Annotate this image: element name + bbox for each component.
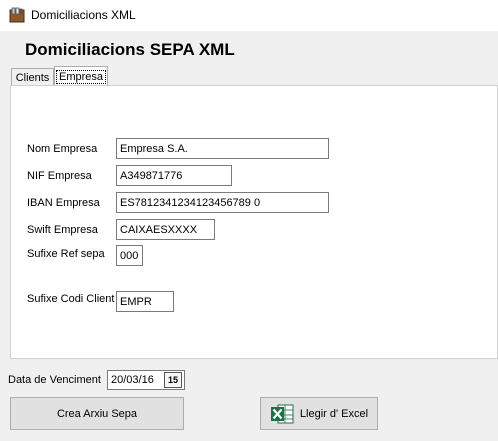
iban-empresa-field[interactable]: ES7812341234123456789 0	[116, 192, 329, 213]
swift-empresa-field[interactable]: CAIXAESXXXX	[116, 219, 215, 240]
tab-empresa-label: Empresa	[55, 69, 107, 84]
calendar-icon[interactable]: 15	[164, 372, 182, 388]
sufixe-ref-sepa-label: Sufixe Ref sepa	[27, 248, 105, 260]
swift-empresa-label: Swift Empresa	[27, 224, 98, 236]
data-venciment-value: 20/03/16	[111, 374, 154, 386]
app-icon	[9, 7, 25, 23]
nif-empresa-label: NIF Empresa	[27, 170, 92, 182]
sufixe-codi-client-label: Sufixe Codi Client	[27, 293, 115, 305]
nom-empresa-field[interactable]: Empresa S.A.	[116, 138, 329, 159]
llegir-excel-label: Llegir d' Excel	[299, 407, 369, 420]
window-title: Domiciliacions XML	[31, 8, 136, 22]
tab-clients[interactable]: Clients	[11, 68, 54, 86]
llegir-excel-button[interactable]: Llegir d' Excel	[260, 397, 378, 430]
tab-empresa[interactable]: Empresa	[54, 66, 108, 86]
excel-icon	[270, 404, 294, 423]
page-title: Domiciliacions SEPA XML	[25, 40, 235, 59]
nif-empresa-field[interactable]: A349871776	[116, 165, 232, 186]
empresa-panel: Nom Empresa Empresa S.A. NIF Empresa A34…	[10, 85, 498, 359]
crea-arxiu-sepa-label: Crea Arxiu Sepa	[56, 407, 138, 420]
data-venciment-picker[interactable]: 20/03/16 15	[107, 370, 185, 390]
nom-empresa-label: Nom Empresa	[27, 143, 98, 155]
tab-clients-label: Clients	[15, 71, 50, 84]
iban-empresa-label: IBAN Empresa	[27, 197, 100, 209]
sufixe-ref-sepa-field[interactable]: 000	[116, 245, 143, 266]
title-bar: Domiciliacions XML	[0, 0, 498, 31]
crea-arxiu-sepa-button[interactable]: Crea Arxiu Sepa	[10, 397, 184, 430]
sufixe-codi-client-field[interactable]: EMPR	[116, 291, 174, 312]
data-venciment-label: Data de Venciment	[8, 374, 101, 386]
